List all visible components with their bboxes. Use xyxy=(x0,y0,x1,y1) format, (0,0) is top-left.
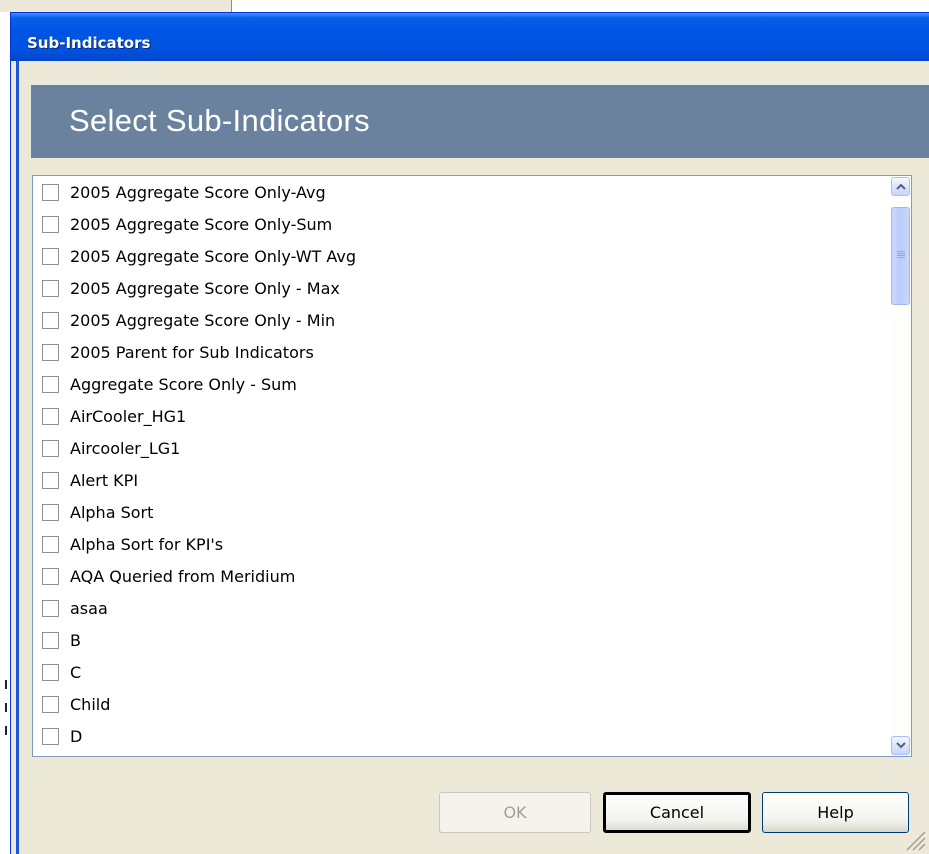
list-item-label: Alert KPI xyxy=(70,470,139,490)
list-item-label: Aircooler_LG1 xyxy=(70,438,181,458)
window-title: Sub-Indicators xyxy=(27,34,151,52)
sub-indicator-list-items: 2005 Aggregate Score Only-Avg 2005 Aggreg… xyxy=(33,176,892,756)
list-item-label: 2005 Aggregate Score Only-Sum xyxy=(70,214,333,234)
list-item-label: 2005 Aggregate Score Only-WT Avg xyxy=(70,246,356,266)
checkbox[interactable] xyxy=(42,535,59,553)
list-item-label: Alpha Sort for KPI's xyxy=(70,534,224,554)
list-item[interactable]: AirCooler_HG1 xyxy=(33,400,892,432)
list-item[interactable]: 2005 Aggregate Score Only - Min xyxy=(33,304,892,336)
checkbox[interactable] xyxy=(42,279,59,297)
list-item[interactable]: Aggregate Score Only - Sum xyxy=(33,368,892,400)
chevron-down-icon xyxy=(895,742,906,749)
list-item-label: Aggregate Score Only - Sum xyxy=(70,374,297,394)
list-item[interactable]: 2005 Aggregate Score Only-WT Avg xyxy=(33,240,892,272)
checkbox[interactable] xyxy=(42,311,59,329)
checkbox[interactable] xyxy=(42,727,59,745)
list-item-label: 2005 Aggregate Score Only-Avg xyxy=(70,182,326,202)
list-item[interactable]: Aircooler_LG1 xyxy=(33,432,892,464)
list-item[interactable]: Alert KPI xyxy=(33,464,892,496)
list-item[interactable]: D xyxy=(33,720,892,752)
checkbox[interactable] xyxy=(42,343,59,361)
list-item[interactable]: Alpha Sort for KPI's xyxy=(33,528,892,560)
checkbox[interactable] xyxy=(42,247,59,265)
dialog-body: Select Sub-Indicators 2005 Aggregate Sco… xyxy=(16,61,929,854)
title-bar[interactable]: Sub-Indicators xyxy=(11,13,929,61)
list-item-label: asaa xyxy=(70,598,108,618)
list-item-label: AirCooler_HG1 xyxy=(70,406,187,426)
list-item[interactable]: Alpha Sort xyxy=(33,496,892,528)
checkbox[interactable] xyxy=(42,567,59,585)
sub-indicators-dialog: Sub-Indicators Select Sub-Indicators 200… xyxy=(10,12,929,854)
scroll-thumb[interactable] xyxy=(891,207,910,305)
list-item-label: D xyxy=(70,726,83,746)
list-item[interactable]: 2005 Aggregate Score Only-Sum xyxy=(33,208,892,240)
resize-grip-icon[interactable] xyxy=(901,826,927,852)
background-window-marks xyxy=(5,680,8,740)
scroll-up-button[interactable] xyxy=(891,177,910,196)
scroll-down-button[interactable] xyxy=(891,736,910,755)
background-window-edge xyxy=(0,0,232,12)
list-item[interactable]: C xyxy=(33,656,892,688)
help-button[interactable]: Help xyxy=(762,792,909,833)
checkbox[interactable] xyxy=(42,215,59,233)
list-item-label: Alpha Sort xyxy=(70,502,154,522)
list-item[interactable]: 2005 Parent for Sub Indicators xyxy=(33,336,892,368)
sub-indicator-list[interactable]: 2005 Aggregate Score Only-Avg 2005 Aggreg… xyxy=(32,175,912,757)
list-item[interactable]: AQA Queried from Meridium xyxy=(33,560,892,592)
list-item[interactable]: Child xyxy=(33,688,892,720)
header-band: Select Sub-Indicators xyxy=(31,85,929,158)
list-item[interactable]: B xyxy=(33,624,892,656)
page-title: Select Sub-Indicators xyxy=(69,103,370,138)
checkbox[interactable] xyxy=(42,407,59,425)
cancel-button[interactable]: Cancel xyxy=(603,792,751,833)
list-item-label: B xyxy=(70,630,81,650)
checkbox[interactable] xyxy=(42,375,59,393)
checkbox[interactable] xyxy=(42,471,59,489)
chevron-up-icon xyxy=(895,183,906,190)
scroll-thumb-grip xyxy=(897,251,905,259)
ok-button[interactable]: OK xyxy=(439,792,591,833)
checkbox[interactable] xyxy=(42,503,59,521)
list-item[interactable]: 2005 Aggregate Score Only-Avg xyxy=(33,176,892,208)
checkbox[interactable] xyxy=(42,663,59,681)
checkbox[interactable] xyxy=(42,599,59,617)
checkbox[interactable] xyxy=(42,695,59,713)
vertical-scrollbar[interactable] xyxy=(891,177,910,755)
list-item[interactable]: 2005 Aggregate Score Only - Max xyxy=(33,272,892,304)
checkbox[interactable] xyxy=(42,439,59,457)
checkbox[interactable] xyxy=(42,183,59,201)
list-item-label: 2005 Aggregate Score Only - Max xyxy=(70,278,340,298)
list-item-label: 2005 Parent for Sub Indicators xyxy=(70,342,314,362)
list-item[interactable]: asaa xyxy=(33,592,892,624)
list-item-label: 2005 Aggregate Score Only - Min xyxy=(70,310,336,330)
list-item-label: Child xyxy=(70,694,111,714)
list-item-label: C xyxy=(70,662,82,682)
checkbox[interactable] xyxy=(42,631,59,649)
list-item-label: AQA Queried from Meridium xyxy=(70,566,296,586)
